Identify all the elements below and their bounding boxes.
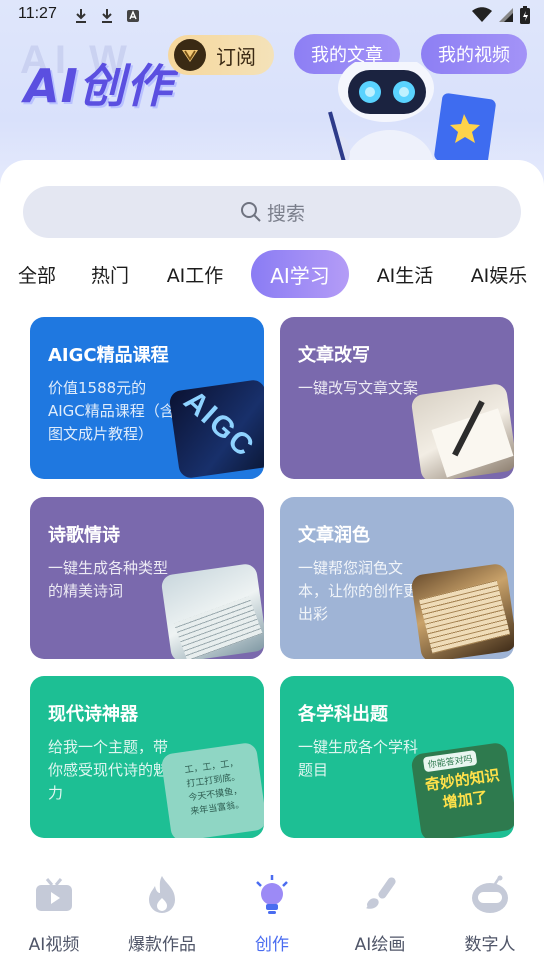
tab-all[interactable]: 全部 — [6, 250, 68, 298]
brush-icon — [366, 877, 396, 909]
nav-label: AI绘画 — [354, 935, 406, 955]
tv-icon — [36, 878, 72, 911]
status-time: 11:27 — [18, 5, 57, 22]
card-title: AIGC精品课程 — [48, 345, 169, 366]
lightbulb-icon — [256, 875, 288, 914]
nav-label: 爆款作品 — [128, 935, 196, 955]
download-icon — [76, 9, 86, 23]
writing-thumbnail — [410, 382, 514, 479]
search-icon — [240, 202, 261, 222]
book-thumbnail — [160, 562, 264, 659]
card-description: 一键帮您润色文本，让你的创作更出彩 — [298, 559, 419, 623]
signal-icon — [499, 8, 513, 22]
vip-coin-icon — [174, 39, 206, 71]
nav-ai-video[interactable]: AI视频 — [0, 858, 108, 968]
card-description: 给我一个主题，带你感受现代诗的魅力 — [48, 738, 169, 802]
brand-title: AI创作 — [24, 59, 173, 113]
nav-label: 数字人 — [464, 935, 516, 955]
nav-create[interactable]: 创作 — [218, 858, 326, 968]
quiz-thumbnail: 你能答对吗 奇妙的知识增加了 — [410, 741, 514, 838]
aigc-thumbnail: AIGC — [168, 378, 264, 479]
card-aigc-course[interactable]: AIGC精品课程 价值1588元的AIGC精品课程（含图文成片教程） AIGC — [30, 317, 264, 479]
card-title: 各学科出题 — [298, 704, 388, 725]
old-book-thumbnail — [410, 562, 514, 659]
tab-ai-work[interactable]: AI工作 — [158, 250, 232, 298]
bottom-navigation: AI视频 爆款作品 创作 AI绘画 数字人 — [0, 858, 544, 968]
card-modern-poetry[interactable]: 现代诗神器 给我一个主题，带你感受现代诗的魅力 工，工，工， 打工打到底。 今天… — [30, 676, 264, 838]
card-title: 诗歌情诗 — [48, 525, 120, 546]
robot-head-icon — [472, 875, 508, 913]
tab-ai-entertainment[interactable]: AI娱乐 — [462, 250, 536, 298]
category-tabs: 全部 热门 AI工作 AI学习 AI生活 AI娱乐 — [0, 250, 544, 298]
search-placeholder: 搜索 — [266, 202, 305, 225]
card-poetry[interactable]: 诗歌情诗 一键生成各种类型的精美诗词 — [30, 497, 264, 659]
card-subject-quiz[interactable]: 各学科出题 一键生成各个学科题目 你能答对吗 奇妙的知识增加了 — [280, 676, 514, 838]
battery-icon — [520, 6, 530, 24]
flame-icon — [149, 876, 175, 913]
nav-digital-human[interactable]: 数字人 — [436, 858, 544, 968]
card-description: 价值1588元的AIGC精品课程（含图文成片教程） — [48, 379, 175, 443]
poem-thumbnail: 工，工，工， 打工打到底。 今天不摸鱼， 来年当富翁。 — [160, 741, 264, 838]
search-input[interactable]: 搜索 — [23, 186, 521, 238]
card-title: 文章润色 — [298, 525, 370, 546]
card-description: 一键改写文章文案 — [298, 379, 419, 397]
tab-hot[interactable]: 热门 — [80, 250, 140, 298]
nav-trending-works[interactable]: 爆款作品 — [108, 858, 216, 968]
nav-ai-painting[interactable]: AI绘画 — [326, 858, 434, 968]
card-article-rewrite[interactable]: 文章改写 一键改写文章文案 — [280, 317, 514, 479]
wifi-icon — [472, 7, 492, 22]
subscribe-label: 订阅 — [216, 44, 256, 69]
card-description: 一键生成各个学科题目 — [298, 738, 419, 779]
status-bar: 11:27 — [0, 0, 544, 32]
nav-label: AI视频 — [28, 935, 80, 955]
nav-label: 创作 — [255, 935, 289, 955]
card-title: 文章改写 — [298, 345, 370, 366]
tab-ai-life[interactable]: AI生活 — [368, 250, 442, 298]
card-description: 一键生成各种类型的精美诗词 — [48, 559, 169, 600]
card-title: 现代诗神器 — [48, 704, 138, 725]
subscribe-button[interactable]: 订阅 — [168, 35, 274, 75]
tab-ai-learning[interactable]: AI学习 — [251, 250, 349, 298]
app-notification-icon — [127, 10, 139, 22]
card-article-polish[interactable]: 文章润色 一键帮您润色文本，让你的创作更出彩 — [280, 497, 514, 659]
download-icon — [102, 9, 112, 23]
